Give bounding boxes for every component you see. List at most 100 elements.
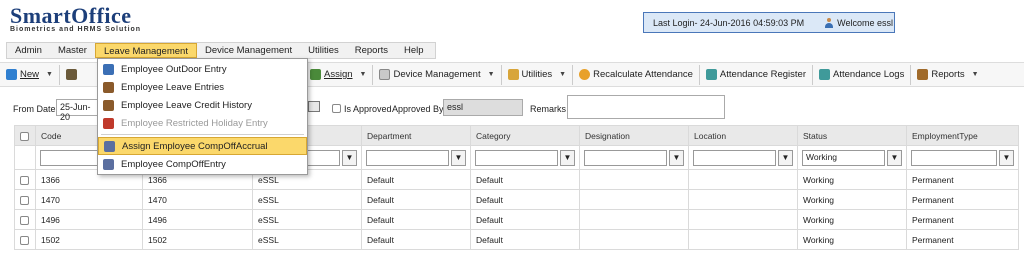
menu-item-label: Employee Restricted Holiday Entry [121,117,268,129]
menu-leave-management[interactable]: Leave Management [94,43,197,58]
is-approved-checkbox[interactable] [332,104,341,113]
attendance-logs-button[interactable]: Attendance Logs [812,64,910,85]
cell-designation [579,189,689,210]
filter-icon[interactable]: ▼ [451,149,466,166]
select-all-checkbox[interactable] [20,131,29,141]
cell-category: Default [470,229,580,250]
table-row[interactable]: 1496 1496 eSSL Default Default Working P… [14,209,1019,230]
filter-icon[interactable]: ▼ [887,149,902,166]
menu-divider [101,134,304,135]
cell-status: Working [797,229,907,250]
cell-employment-type: Permanent [906,209,1019,230]
row-checkbox-cell[interactable] [14,169,36,190]
cell-department: Default [361,169,471,190]
menu-admin[interactable]: Admin [7,43,50,58]
menu-item-label: Employee Leave Credit History [121,99,252,111]
new-icon [6,69,17,80]
cell-department: Default [361,189,471,210]
menu-master[interactable]: Master [50,43,95,58]
row-checkbox[interactable] [20,175,29,185]
cell-code: 1502 [35,229,143,250]
utilities-label: Utilities [521,69,553,80]
welcome-user[interactable]: Welcome essl [824,17,893,28]
menu-device-management[interactable]: Device Management [197,43,300,58]
menu-item-label: Assign Employee CompOffAccrual [122,140,268,152]
row-checkbox-cell[interactable] [14,209,36,230]
filter-cell-designation: ▼ [579,145,689,170]
col-header-employment-type[interactable]: EmploymentType [906,125,1019,146]
reports-button[interactable]: Reports ▼ [910,64,984,85]
from-date-label: From Date [13,104,56,114]
table-row[interactable]: 1470 1470 eSSL Default Default Working P… [14,189,1019,210]
new-label: New [20,69,40,80]
filter-icon[interactable]: ▼ [560,149,575,166]
filter-cell-category: ▼ [470,145,580,170]
table-row[interactable]: 1502 1502 eSSL Default Default Working P… [14,229,1019,250]
cell-department: Default [361,209,471,230]
filter-icon[interactable]: ▼ [669,149,684,166]
last-login-text: Last Login- 24-Jun-2016 04:59:03 PM [653,17,805,28]
menu-item-leave-entries[interactable]: Employee Leave Entries [98,78,307,96]
compoff-user-icon [103,158,114,170]
row-checkbox[interactable] [20,195,29,205]
from-date-input[interactable]: 25-Jun-20 [56,99,98,122]
main-menu-bar: Admin Master Leave Management Device Man… [6,42,436,59]
leave-management-dropdown: Employee OutDoor Entry Employee Leave En… [97,58,308,175]
filter-icon[interactable]: ▼ [999,149,1014,166]
cell-category: Default [470,209,580,230]
filter-input[interactable] [366,149,449,166]
cell-department: Default [361,229,471,250]
login-info-box: Last Login- 24-Jun-2016 04:59:03 PM Welc… [643,12,895,33]
col-header-department[interactable]: Department [361,125,471,146]
cell-code: 1470 [35,189,143,210]
cell-employment-type: Permanent [906,189,1019,210]
device-management-button[interactable]: Device Management ▼ [372,64,500,85]
menu-reports[interactable]: Reports [347,43,396,58]
filter-icon[interactable]: ▼ [778,149,793,166]
row-checkbox[interactable] [20,215,29,225]
row-checkbox[interactable] [20,235,29,245]
status-filter-input[interactable]: Working [802,149,885,166]
menu-item-leave-credit-history[interactable]: Employee Leave Credit History [98,96,307,114]
chevron-down-icon: ▼ [46,71,53,78]
cell-category: Default [470,189,580,210]
reports-icon [917,69,929,80]
row-checkbox-cell[interactable] [14,229,36,250]
cell-location [688,189,798,210]
filter-icon[interactable]: ▼ [342,149,357,166]
row-checkbox-cell[interactable] [14,189,36,210]
cell-status: Working [797,189,907,210]
remarks-textarea[interactable] [567,95,725,119]
new-button[interactable]: New ▼ [0,65,59,85]
attendance-logs-label: Attendance Logs [833,69,905,80]
assign-button[interactable]: Assign ▼ [303,64,372,85]
cell-designation [579,169,689,190]
attendance-register-button[interactable]: Attendance Register [698,64,812,85]
recalculate-attendance-button[interactable]: Recalculate Attendance [572,64,699,85]
utilities-button[interactable]: Utilities ▼ [500,64,573,85]
approved-by-input[interactable]: essl [443,99,523,116]
chevron-down-icon: ▼ [487,71,495,78]
filter-input[interactable] [693,149,776,166]
filter-input[interactable] [584,149,667,166]
cell-2: 1496 [142,209,253,230]
menu-utilities[interactable]: Utilities [300,43,347,58]
menu-item-compoff-entry[interactable]: Employee CompOffEntry [98,155,307,173]
col-header-status[interactable]: Status [797,125,907,146]
cell-designation [579,209,689,230]
menu-help[interactable]: Help [396,43,432,58]
register-icon [705,69,717,80]
filter-input[interactable] [475,149,558,166]
filter-input[interactable] [911,149,997,166]
col-header-category[interactable]: Category [470,125,580,146]
calendar-icon[interactable] [308,101,320,112]
menu-item-assign-compoff-accrual[interactable]: Assign Employee CompOffAccrual [98,137,307,155]
cell-location [688,169,798,190]
col-header-location[interactable]: Location [688,125,798,146]
select-all-checkbox-cell[interactable] [14,125,36,146]
menu-item-outdoor-entry[interactable]: Employee OutDoor Entry [98,60,307,78]
cell-category: Default [470,169,580,190]
col-header-designation[interactable]: Designation [579,125,689,146]
filter-cell-location: ▼ [688,145,798,170]
cell-status: Working [797,169,907,190]
